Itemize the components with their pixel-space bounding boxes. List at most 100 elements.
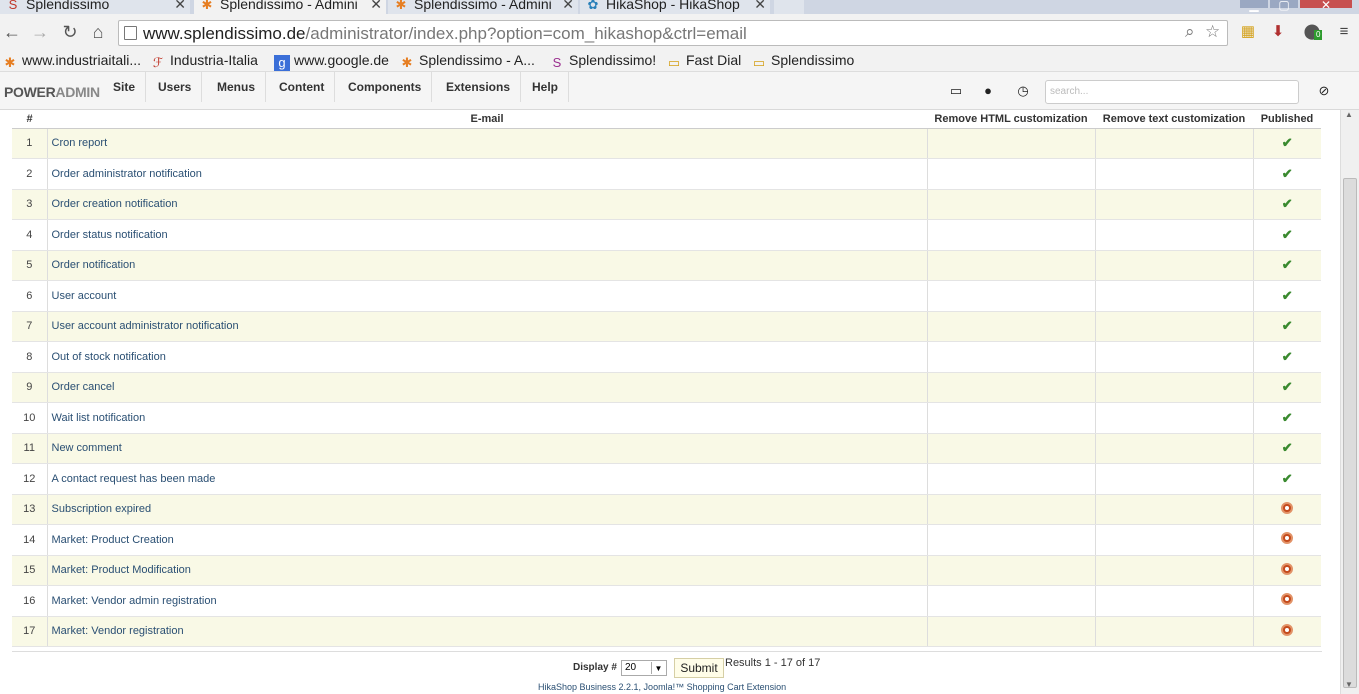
email-name-link[interactable]: User account administrator notification — [47, 311, 928, 342]
email-name-link[interactable]: Order cancel — [47, 372, 928, 403]
download-icon[interactable]: ⬇ — [1268, 22, 1288, 42]
back-icon[interactable]: ← — [0, 20, 24, 44]
minimize-icon[interactable]: ▁ — [1240, 0, 1268, 12]
email-name-link[interactable]: Order notification — [47, 250, 928, 281]
published-check-icon[interactable]: ✔ — [1282, 288, 1293, 303]
menu-extensions[interactable]: Extensions — [436, 72, 522, 102]
column-header-published[interactable]: Published — [1253, 110, 1321, 129]
email-name-link[interactable]: Cron report — [47, 128, 928, 159]
bookmark-item[interactable]: ℱ Industria-Italia — [150, 52, 258, 71]
extension-icon[interactable]: ▦ — [1238, 22, 1258, 42]
admin-logo[interactable]: POWERADMIN — [4, 84, 100, 100]
bookmark-item[interactable]: S Splendissimo! — [549, 52, 657, 71]
email-name-link[interactable]: Out of stock notification — [47, 341, 928, 373]
table-row: 9 Order cancel ✔ — [12, 372, 1321, 403]
close-icon[interactable]: ✕ — [370, 0, 382, 13]
table-header-row: # E-mail Remove HTML customization Remov… — [12, 110, 1321, 129]
close-icon[interactable]: ✕ — [174, 0, 186, 13]
menu-users[interactable]: Users — [148, 72, 203, 102]
unpublished-icon[interactable] — [1281, 593, 1294, 606]
email-name-link[interactable]: Market: Product Creation — [47, 524, 928, 556]
table-row: 2 Order administrator notification ✔ — [12, 158, 1321, 190]
published-check-icon[interactable]: ✔ — [1282, 379, 1293, 394]
window-close-icon[interactable]: ✕ — [1300, 0, 1352, 12]
published-check-icon[interactable]: ✔ — [1282, 135, 1293, 150]
scroll-up-icon[interactable]: ▲ — [1345, 110, 1353, 119]
search-icon[interactable]: ⌕ — [1185, 22, 1195, 42]
unpublished-icon[interactable] — [1281, 532, 1294, 545]
row-number: 4 — [12, 219, 48, 251]
bookmark-item[interactable]: ✱ www.industriaitali... — [2, 52, 142, 71]
menu-components[interactable]: Components — [338, 72, 433, 102]
bookmark-item[interactable]: ✱ Splendissimo - A... — [399, 52, 535, 71]
submit-button[interactable]: Submit — [674, 658, 724, 678]
close-icon[interactable]: ✕ — [562, 0, 574, 13]
home-icon[interactable]: ⌂ — [86, 20, 110, 44]
email-name-link[interactable]: A contact request has been made — [47, 463, 928, 495]
email-name-link[interactable]: Subscription expired — [47, 494, 928, 525]
column-header-email[interactable]: E-mail — [47, 110, 927, 129]
reload-icon[interactable]: ↻ — [58, 20, 82, 44]
close-icon[interactable]: ✕ — [754, 0, 766, 13]
table-row: 13 Subscription expired — [12, 494, 1321, 525]
menu-help[interactable]: Help — [522, 72, 570, 102]
browser-tab[interactable]: ✿ HikaShop - HikaShop ✕ — [580, 0, 770, 14]
user-icon[interactable]: ● — [980, 83, 996, 99]
remove-text-cell — [1095, 311, 1254, 342]
checkin-icon[interactable]: ⊘ — [1316, 83, 1332, 99]
email-name-link[interactable]: Market: Product Modification — [47, 555, 928, 586]
published-check-icon[interactable]: ✔ — [1282, 196, 1293, 211]
email-name-link[interactable]: Market: Vendor registration — [47, 616, 928, 647]
monitor-icon[interactable]: ▭ — [948, 83, 964, 99]
bookmark-folder[interactable]: ▭ Splendissimo — [751, 52, 854, 71]
published-check-icon[interactable]: ✔ — [1282, 349, 1293, 364]
scrollbar-thumb[interactable] — [1343, 178, 1357, 688]
menu-site[interactable]: Site — [103, 72, 147, 102]
clock-icon[interactable]: ◷ — [1015, 83, 1031, 99]
address-bar[interactable]: www.splendissimo.de/administrator/index.… — [118, 20, 1228, 46]
column-header-num[interactable]: # — [12, 110, 47, 129]
page-scrollbar[interactable]: ▲ ▼ — [1340, 110, 1359, 694]
browser-tab-active[interactable]: ✱ Splendissimo - Admini ✕ — [194, 0, 386, 14]
bookmark-folder[interactable]: ▭ Fast Dial — [666, 52, 741, 71]
published-check-icon[interactable]: ✔ — [1282, 471, 1293, 486]
extension-badge-icon[interactable]: ⬤ 0 — [1302, 22, 1323, 42]
maximize-icon[interactable]: ▢ — [1270, 0, 1298, 12]
email-name-link[interactable]: New comment — [47, 433, 928, 464]
unpublished-icon[interactable] — [1281, 501, 1294, 514]
email-name-link[interactable]: Market: Vendor admin registration — [47, 585, 928, 617]
column-header-remove-html[interactable]: Remove HTML customization — [927, 110, 1095, 129]
forward-icon[interactable]: → — [28, 20, 52, 44]
admin-search-input[interactable]: search... — [1045, 80, 1299, 104]
published-check-icon[interactable]: ✔ — [1282, 440, 1293, 455]
footer-link[interactable]: HikaShop Business 2.2.1, Joomla!™ Shoppi… — [538, 682, 786, 692]
browser-tab[interactable]: S Splendissimo ✕ — [0, 0, 190, 14]
email-name-link[interactable]: Wait list notification — [47, 402, 928, 434]
bookmark-item[interactable]: g www.google.de — [274, 52, 389, 71]
published-check-icon[interactable]: ✔ — [1282, 257, 1293, 272]
published-check-icon[interactable]: ✔ — [1282, 410, 1293, 425]
published-check-icon[interactable]: ✔ — [1282, 227, 1293, 242]
email-name-link[interactable]: Order creation notification — [47, 189, 928, 220]
email-name-link[interactable]: Order administrator notification — [47, 158, 928, 190]
row-number: 8 — [12, 341, 48, 373]
bookmark-star-icon[interactable]: ☆ — [1205, 22, 1220, 42]
unpublished-icon[interactable] — [1281, 562, 1294, 575]
extension-badge: 0 — [1314, 30, 1323, 40]
row-number: 9 — [12, 372, 48, 403]
email-name-link[interactable]: User account — [47, 280, 928, 312]
menu-menus[interactable]: Menus — [207, 72, 267, 102]
bookmarks-bar: ✱ www.industriaitali... ℱ Industria-Italia… — [0, 50, 1359, 72]
browser-tab[interactable]: ✱ Splendissimo - Admini ✕ — [388, 0, 578, 14]
email-name-link[interactable]: Order status notification — [47, 219, 928, 251]
joomla-icon: ✱ — [395, 0, 407, 12]
browser-menu-icon[interactable]: ≡ — [1334, 22, 1354, 42]
menu-content[interactable]: Content — [269, 72, 336, 102]
scroll-down-icon[interactable]: ▼ — [1345, 680, 1353, 689]
published-check-icon[interactable]: ✔ — [1282, 166, 1293, 181]
display-limit-select[interactable]: 20 ▼ — [621, 660, 667, 676]
column-header-remove-text[interactable]: Remove text customization — [1095, 110, 1253, 129]
new-tab-button[interactable] — [774, 0, 804, 14]
unpublished-icon[interactable] — [1281, 623, 1294, 636]
published-check-icon[interactable]: ✔ — [1282, 318, 1293, 333]
